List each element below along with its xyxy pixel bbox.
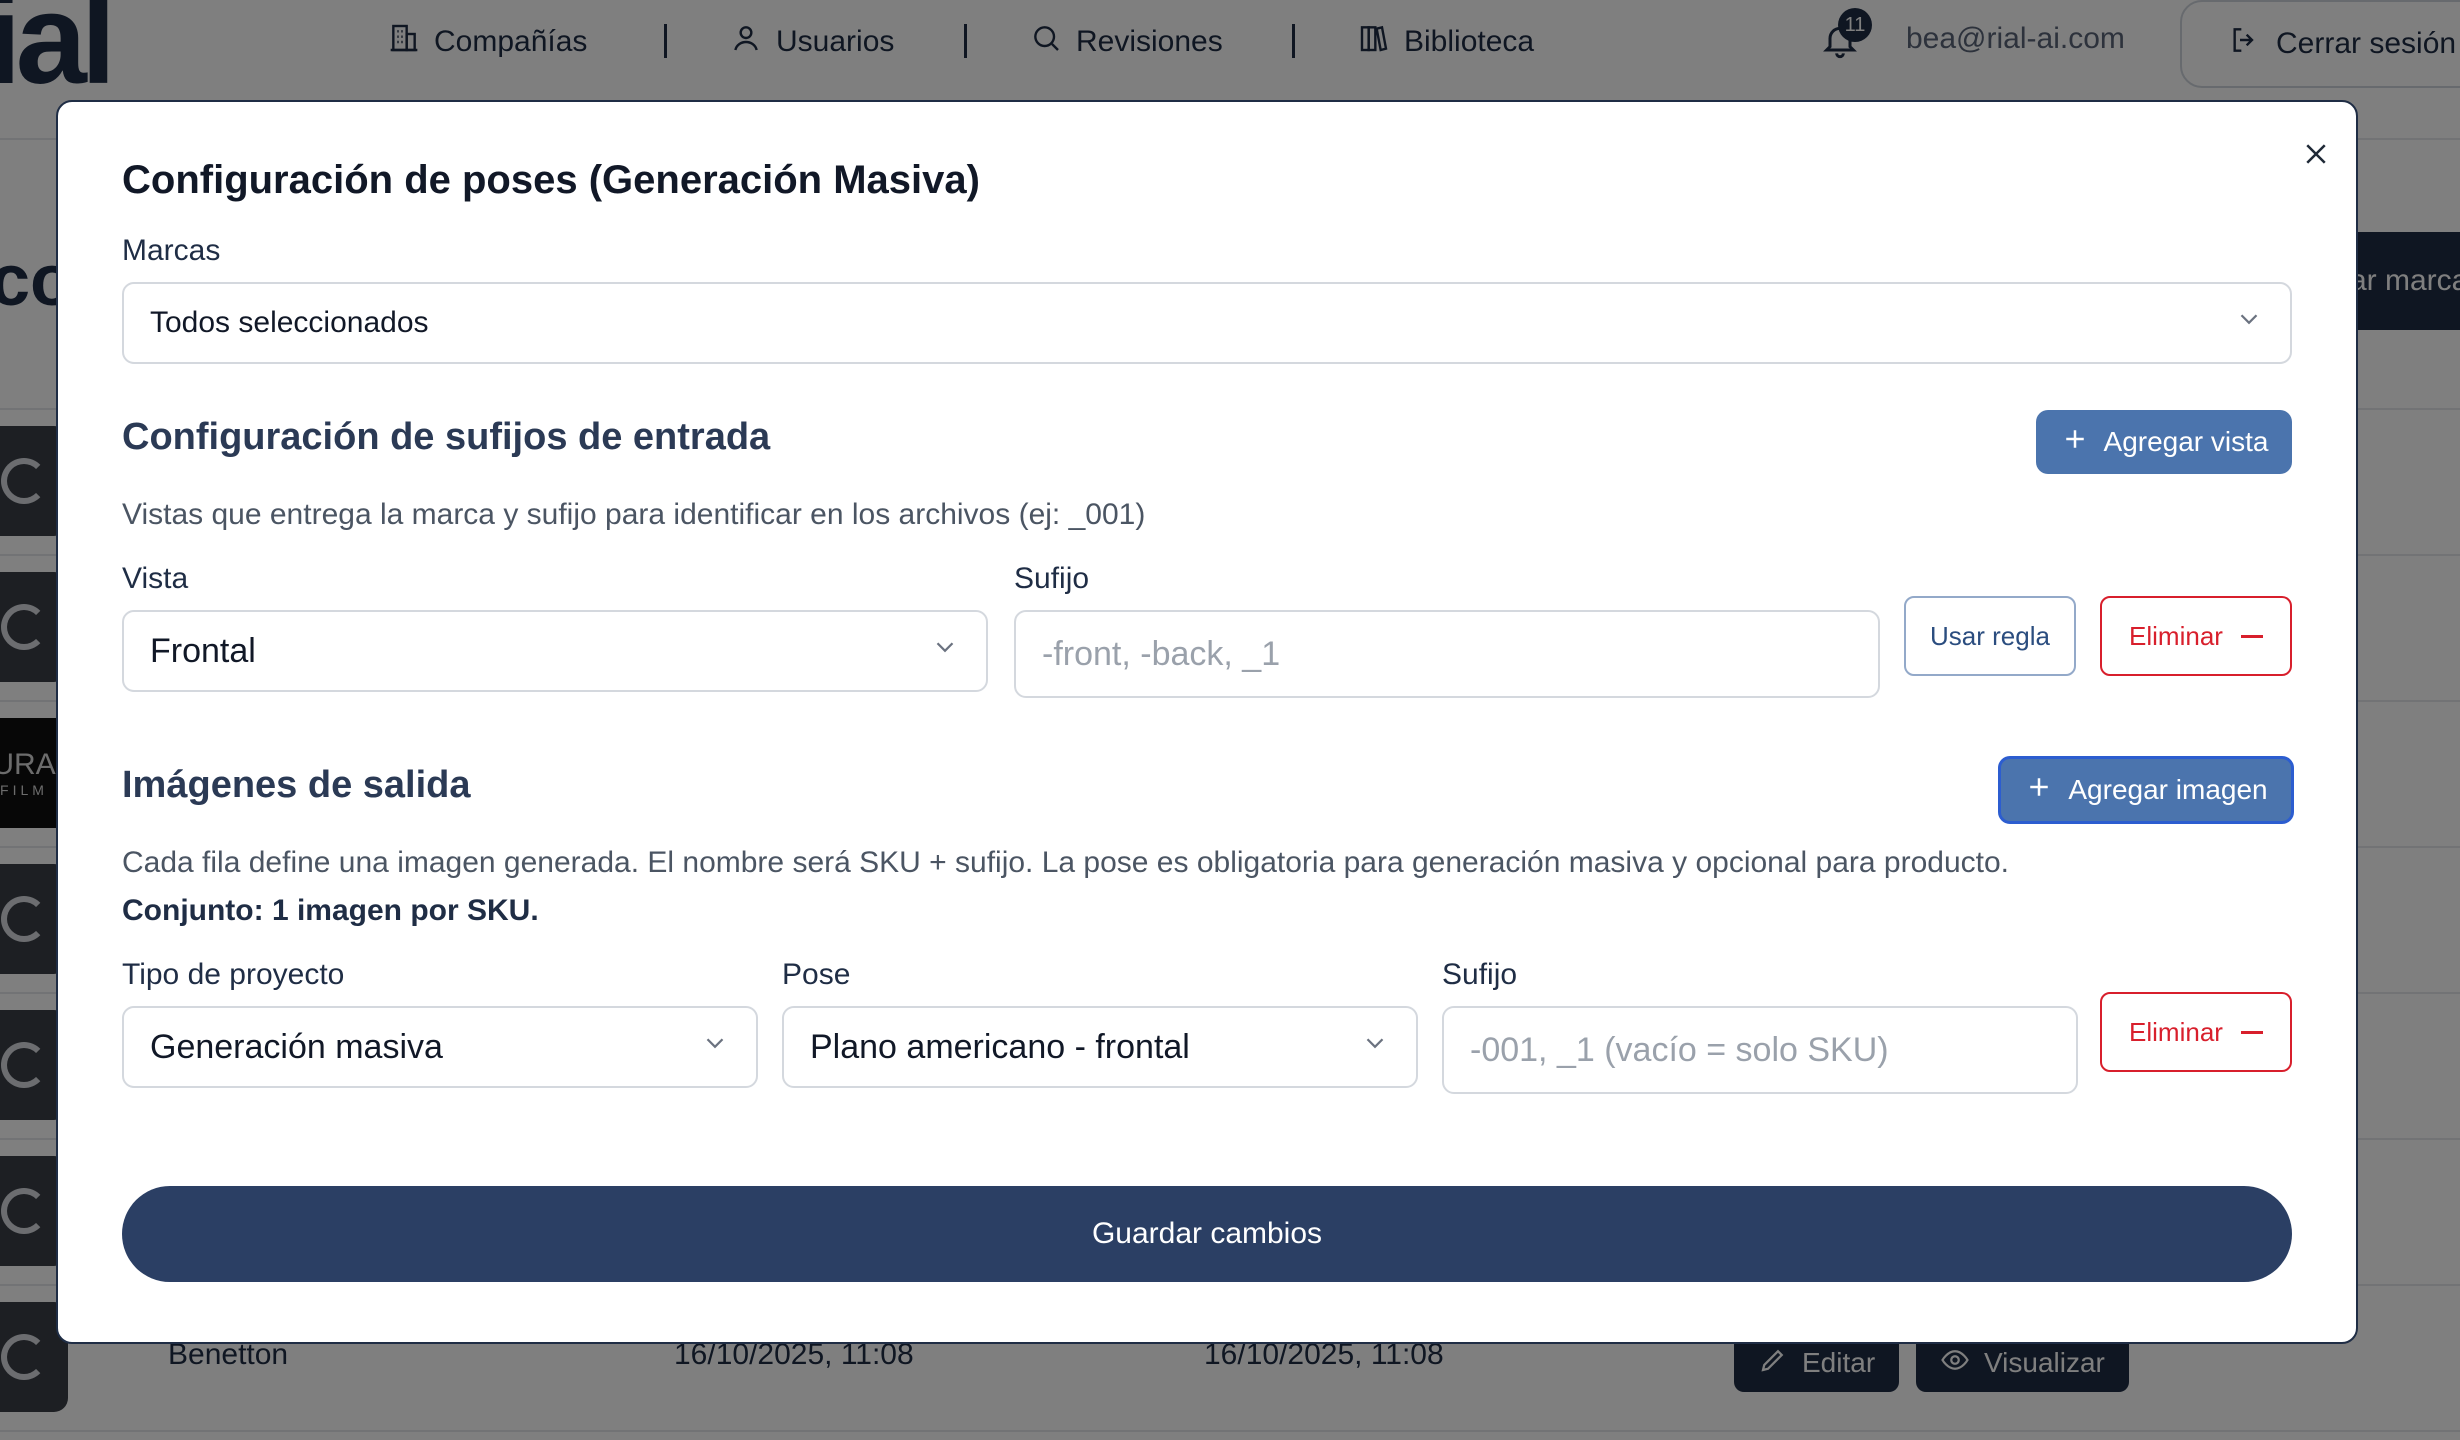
close-icon [2301,139,2331,174]
brands-select[interactable]: Todos seleccionados [122,282,2292,364]
project-type-label: Tipo de proyecto [122,958,345,991]
minus-icon [2240,634,2263,638]
output-suffix-field[interactable] [1442,1006,2078,1094]
chevron-down-icon [1360,1028,1390,1067]
add-view-button-label: Agregar vista [2103,426,2269,457]
view-select[interactable]: Frontal [122,610,988,692]
close-modal-button[interactable] [2294,134,2338,178]
pose-configuration-modal: Configuración de poses (Generación Masiv… [56,100,2358,1344]
brands-select-value: Todos seleccionados [150,306,429,339]
minus-icon [2240,1030,2263,1034]
delete-view-button[interactable]: Eliminar [2100,596,2292,676]
add-image-button[interactable]: Agregar imagen [1998,756,2294,824]
output-suffix-label: Sufijo [1442,958,1518,991]
save-changes-button[interactable]: Guardar cambios [122,1186,2292,1282]
delete-view-button-label: Eliminar [2129,620,2223,651]
pose-label: Pose [782,958,851,991]
brands-label: Marcas [122,234,221,267]
view-label: Vista [122,562,189,595]
add-image-button-label: Agregar imagen [2068,774,2268,805]
output-images-section-title: Imágenes de salida [122,764,471,806]
input-suffix-section-title: Configuración de sufijos de entrada [122,416,771,458]
project-type-select-value: Generación masiva [150,1027,443,1066]
plus-icon [2060,424,2090,461]
project-type-select[interactable]: Generación masiva [122,1006,758,1088]
output-images-summary: Conjunto: 1 imagen por SKU. [122,894,539,927]
pose-select[interactable]: Plano americano - frontal [782,1006,1418,1088]
view-select-value: Frontal [150,631,256,670]
use-rule-button[interactable]: Usar regla [1904,596,2076,676]
chevron-down-icon [930,632,960,671]
pose-select-value: Plano americano - frontal [810,1027,1190,1066]
delete-image-button-label: Eliminar [2129,1016,2223,1047]
chevron-down-icon [2234,304,2264,342]
page: ial Compañías Usuarios Revisiones [0,0,2460,1440]
output-images-help: Cada fila define una imagen generada. El… [122,846,2009,879]
input-suffix-label: Sufijo [1014,562,1090,595]
input-suffix-help: Vistas que entrega la marca y sufijo par… [122,498,1146,531]
plus-icon [2024,772,2054,809]
input-suffix-field[interactable] [1014,610,1880,698]
delete-image-button[interactable]: Eliminar [2100,992,2292,1072]
chevron-down-icon [700,1028,730,1067]
modal-title: Configuración de poses (Generación Masiv… [122,158,980,202]
add-view-button[interactable]: Agregar vista [2036,410,2292,474]
